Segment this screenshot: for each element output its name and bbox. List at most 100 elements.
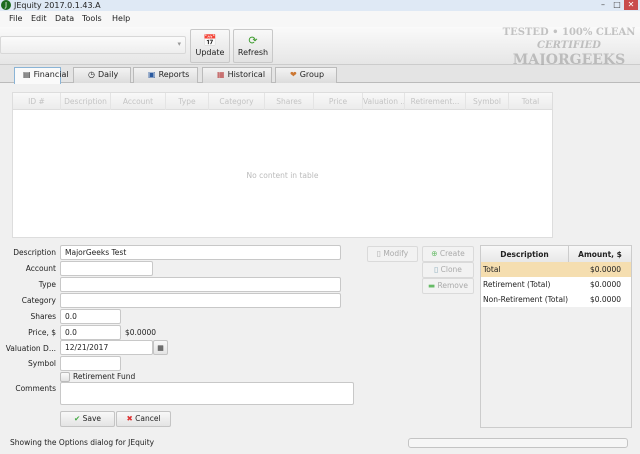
tab-label: Group	[299, 70, 325, 79]
menu-help[interactable]: Help	[112, 14, 130, 23]
summary-col-description[interactable]: Description	[481, 246, 569, 263]
daily-icon: ◷	[88, 70, 95, 79]
minimize-icon[interactable]: –	[596, 0, 610, 10]
type-label: Type	[38, 280, 56, 289]
row-amount: $0.0000	[589, 295, 621, 304]
row-description: Non-Retirement (Total)	[483, 295, 569, 304]
menu-edit[interactable]: Edit	[31, 14, 47, 23]
modify-button[interactable]: ▯ Modify	[367, 246, 418, 262]
remove-button[interactable]: ▬ Remove	[422, 278, 474, 294]
cancel-button[interactable]: ✖ Cancel	[116, 411, 171, 427]
refresh-icon: ⟳	[248, 34, 258, 47]
create-label: Create	[439, 249, 465, 258]
create-button[interactable]: ⊕ Create	[422, 246, 474, 262]
row-description: Total	[483, 265, 501, 274]
account-label: Account	[25, 264, 56, 273]
cancel-label: Cancel	[135, 414, 161, 423]
row-amount: $0.0000	[589, 280, 621, 289]
empty-table-message: No content in table	[246, 171, 319, 180]
row-description: Retirement (Total)	[483, 280, 551, 289]
reports-icon: ▣	[148, 70, 156, 79]
clone-button[interactable]: ▯ Clone	[422, 262, 474, 278]
category-label: Category	[21, 296, 56, 305]
tab-bar: ▤ Financial ◷ Daily ▣ Reports ▦ Historical ❤…	[0, 65, 640, 84]
description-label: Description	[13, 248, 56, 257]
tab-label: Financial	[33, 70, 69, 79]
description-input[interactable]: MajorGeeks Test	[60, 245, 341, 260]
summary-header: Description Amount, $	[481, 246, 631, 263]
column-symbol[interactable]: Symbol	[466, 93, 509, 110]
modify-label: Modify	[383, 249, 409, 258]
price-computed: $0.0000	[125, 328, 157, 337]
financial-icon: ▤	[23, 70, 31, 79]
app-icon: J	[1, 0, 11, 10]
symbol-input[interactable]	[60, 356, 121, 371]
tab-label: Historical	[227, 70, 266, 79]
account-input[interactable]	[60, 261, 153, 276]
clone-icon: ▯	[434, 265, 439, 274]
checkmark-icon: ✔	[73, 414, 81, 423]
refresh-label: Refresh	[237, 48, 269, 57]
column-id[interactable]: ID #	[13, 93, 61, 110]
row-amount: $0.0000	[589, 265, 621, 274]
cancel-x-icon: ✖	[126, 414, 133, 423]
category-input[interactable]	[60, 293, 341, 308]
chevron-down-icon: ▾	[177, 40, 181, 48]
retirement-fund-checkbox[interactable]	[60, 372, 70, 382]
save-button[interactable]: ✔ Save	[60, 411, 115, 427]
menu-data[interactable]: Data	[55, 14, 74, 23]
remove-label: Remove	[437, 281, 468, 290]
window-title: JEquity 2017.0.1.43.A	[14, 1, 101, 10]
valuation-date-label: Valuation D...	[5, 344, 56, 353]
summary-row[interactable]: Total $0.0000	[481, 262, 631, 277]
menu-tools[interactable]: Tools	[82, 14, 102, 23]
column-type[interactable]: Type	[166, 93, 209, 110]
close-icon[interactable]: ✕	[624, 0, 638, 10]
valuation-date-input[interactable]: 12/21/2017	[60, 340, 153, 355]
summary-table[interactable]: Description Amount, $ Total $0.0000 Retir…	[480, 245, 632, 428]
refresh-button[interactable]: ⟳ Refresh	[233, 29, 273, 63]
historical-icon: ▦	[217, 70, 225, 79]
menu-file[interactable]: File	[9, 14, 22, 23]
tab-historical[interactable]: ▦ Historical	[202, 67, 272, 83]
status-text: Showing the Options dialog for JEquity	[10, 438, 155, 447]
column-valuation[interactable]: Valuation ...	[363, 93, 405, 110]
column-category[interactable]: Category	[209, 93, 265, 110]
price-input[interactable]: 0.0	[60, 325, 121, 340]
calendar-picker-button[interactable]: ▦	[153, 340, 168, 355]
shares-input[interactable]: 0.0	[60, 309, 121, 324]
column-retirement[interactable]: Retirement...	[405, 93, 466, 110]
menu-bar: File Edit Data Tools Help	[0, 11, 640, 27]
modify-icon: ▯	[376, 249, 381, 258]
summary-row[interactable]: Retirement (Total) $0.0000	[481, 277, 631, 292]
financial-table[interactable]: ID # Description Account Type Category S…	[12, 92, 553, 238]
maximize-icon[interactable]: □	[610, 0, 624, 10]
tab-daily[interactable]: ◷ Daily	[73, 67, 131, 83]
shares-label: Shares	[30, 312, 56, 321]
summary-row[interactable]: Non-Retirement (Total) $0.0000	[481, 292, 631, 307]
summary-col-amount[interactable]: Amount, $	[569, 246, 631, 263]
save-label: Save	[82, 414, 102, 423]
comments-input[interactable]	[60, 382, 354, 405]
tab-label: Reports	[158, 70, 190, 79]
symbol-label: Symbol	[28, 359, 56, 368]
column-account[interactable]: Account	[111, 93, 166, 110]
column-description[interactable]: Description	[61, 93, 111, 110]
tab-reports[interactable]: ▣ Reports	[133, 67, 198, 83]
update-button[interactable]: 📅 Update	[190, 29, 230, 63]
tab-financial[interactable]: ▤ Financial	[14, 67, 69, 84]
group-icon: ❤	[290, 70, 297, 79]
price-label: Price, $	[28, 328, 56, 337]
column-total[interactable]: Total	[509, 93, 552, 110]
minus-icon: ▬	[428, 281, 436, 290]
plus-icon: ⊕	[431, 249, 438, 258]
retirement-fund-label: Retirement Fund	[73, 372, 136, 381]
tab-group[interactable]: ❤ Group	[275, 67, 337, 83]
type-input[interactable]	[60, 277, 341, 292]
account-combo[interactable]: ▾	[0, 36, 186, 54]
column-price[interactable]: Price	[314, 93, 363, 110]
clone-label: Clone	[440, 265, 462, 274]
table-header: ID # Description Account Type Category S…	[13, 93, 552, 110]
title-bar: J JEquity 2017.0.1.43.A – □ ✕	[0, 0, 640, 11]
column-shares[interactable]: Shares	[265, 93, 314, 110]
